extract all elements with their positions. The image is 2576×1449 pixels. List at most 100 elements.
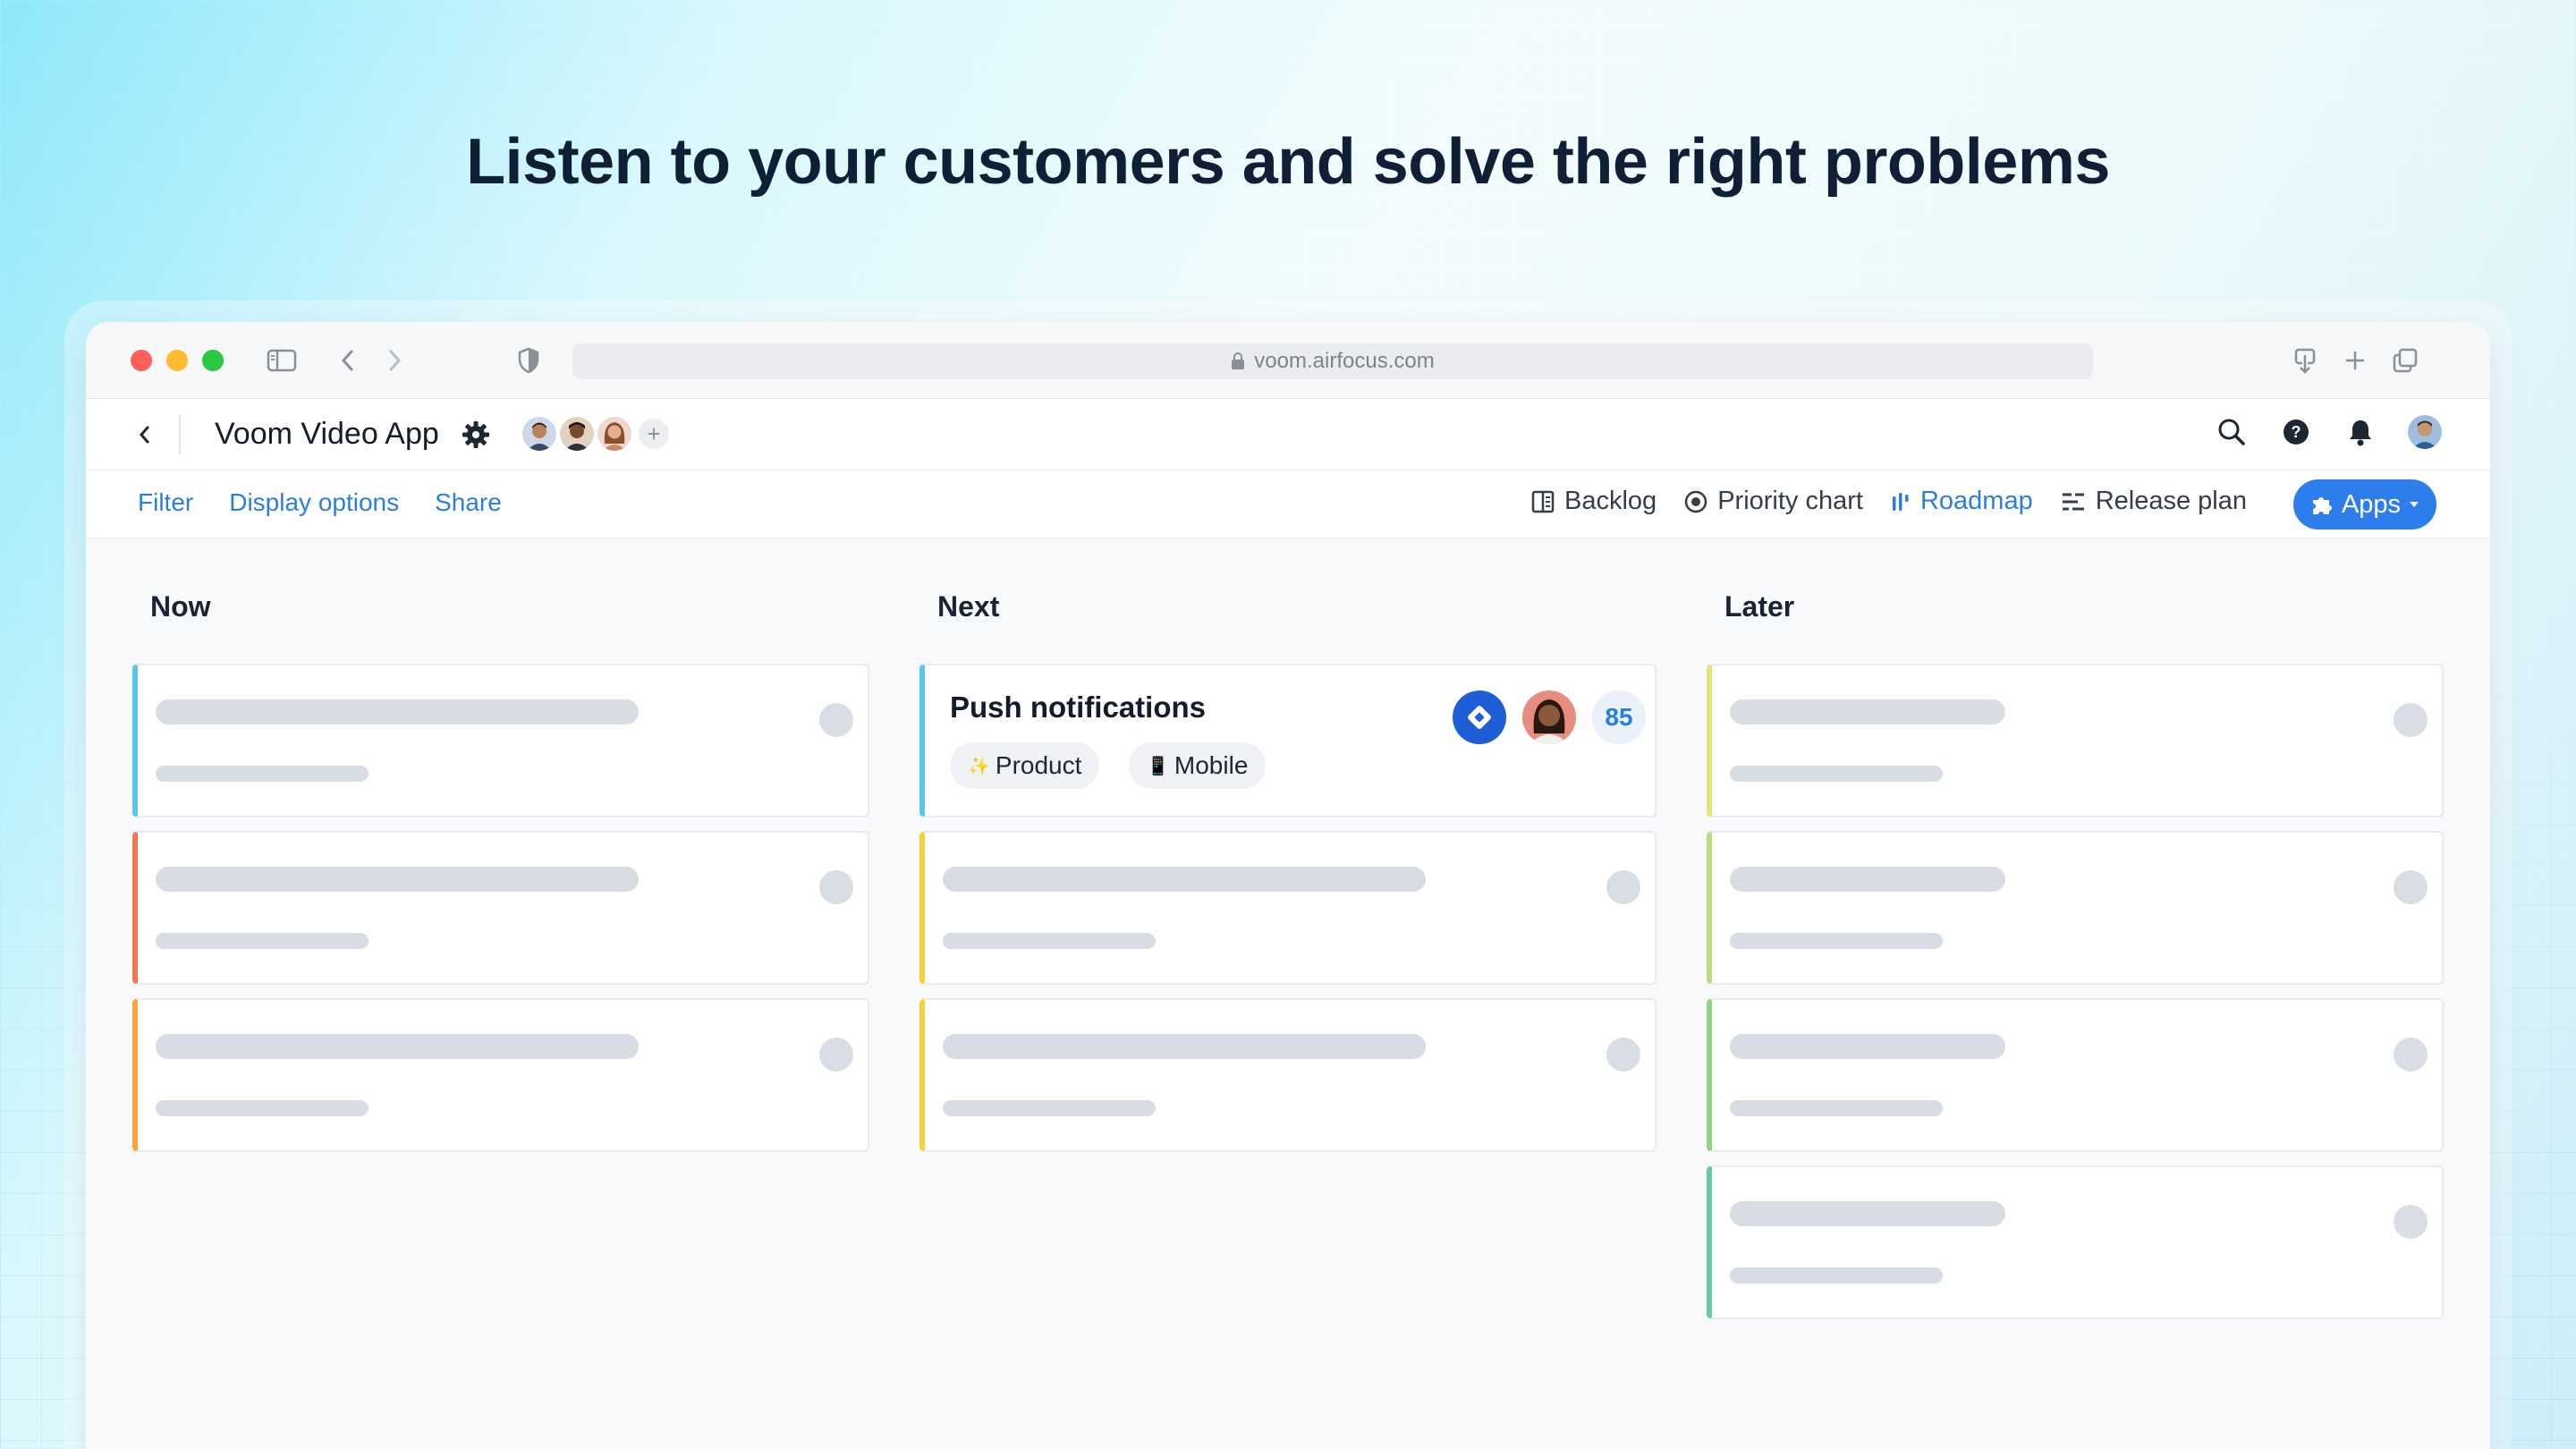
roadmap-icon [1892, 492, 1909, 511]
tab-label: Priority chart [1717, 487, 1863, 515]
skeleton-title [156, 699, 639, 724]
placeholder-card[interactable] [1707, 998, 2444, 1152]
zoom-window-button[interactable] [202, 350, 224, 371]
tag-label: Product [995, 751, 1082, 779]
gear-icon[interactable] [462, 420, 490, 453]
header-actions: ? [2215, 415, 2442, 449]
skeleton-title [943, 1034, 1426, 1059]
bell-icon[interactable] [2343, 415, 2377, 449]
toolbar-links: Filter Display options Share [138, 488, 502, 517]
svg-text:?: ? [2292, 423, 2301, 441]
tag-label: Mobile [1174, 751, 1249, 779]
placeholder-card[interactable] [919, 998, 1657, 1152]
skeleton-avatar [819, 870, 853, 904]
placeholder-card[interactable] [132, 831, 869, 985]
skeleton-avatar [819, 703, 853, 737]
puzzle-icon [2312, 497, 2332, 514]
placeholder-card[interactable] [132, 664, 869, 818]
roadmap-card-push-notifications[interactable]: Push notifications ✨ Product 📱 Mobile 85 [919, 664, 1657, 818]
lock-icon [1232, 352, 1245, 369]
skeleton-title [156, 1034, 639, 1059]
skeleton-subtitle [1730, 1267, 1943, 1284]
workspace-title: Voom Video App [215, 417, 439, 451]
back-icon[interactable] [331, 343, 365, 377]
help-icon[interactable]: ? [2279, 415, 2313, 449]
avatar[interactable] [597, 417, 631, 451]
skeleton-subtitle [156, 766, 369, 782]
tab-priority-chart[interactable]: Priority chart [1683, 487, 1863, 516]
view-switcher: Backlog Priority chart Roadmap Release p… [1530, 487, 2247, 516]
column-title: Next [937, 590, 1000, 623]
apps-button[interactable]: Apps [2293, 479, 2436, 530]
roadmap-board: Now Next Push notifications ✨ Product 📱 … [86, 538, 2490, 1449]
skeleton-subtitle [943, 933, 1156, 949]
tab-label: Release plan [2095, 487, 2247, 515]
priority-chart-icon [1684, 490, 1707, 513]
placeholder-card[interactable] [1707, 664, 2444, 818]
skeleton-avatar [2394, 1205, 2428, 1239]
user-avatar[interactable] [2408, 415, 2442, 449]
download-icon[interactable] [2288, 343, 2322, 377]
placeholder-card[interactable] [919, 831, 1657, 985]
apps-label: Apps [2341, 489, 2402, 519]
assignee-avatar[interactable] [1522, 691, 1576, 744]
skeleton-subtitle [1730, 933, 1943, 949]
sparkles-icon: ✨ [968, 756, 990, 776]
skeleton-title [1730, 1034, 2005, 1059]
page-headline: Listen to your customers and solve the r… [466, 126, 2110, 198]
tag-chip-mobile[interactable]: 📱 Mobile [1129, 742, 1267, 789]
chevron-left-icon[interactable] [131, 420, 159, 449]
new-tab-icon[interactable] [2338, 343, 2372, 377]
team-avatars: + [522, 417, 669, 451]
avatar[interactable] [560, 417, 594, 451]
tab-label: Roadmap [1919, 487, 2033, 515]
skeleton-avatar [2394, 870, 2428, 904]
close-window-button[interactable] [131, 350, 152, 371]
skeleton-avatar [1606, 1038, 1640, 1072]
shield-icon[interactable] [512, 343, 546, 377]
jira-icon[interactable] [1453, 691, 1506, 744]
view-toolbar: Filter Display options Share Backlog Pri… [86, 470, 2490, 538]
skeleton-subtitle [156, 1100, 369, 1116]
skeleton-title [1730, 1201, 2005, 1226]
tag-chip-product[interactable]: ✨ Product [950, 742, 1100, 789]
column-title: Later [1724, 590, 1795, 623]
avatar[interactable] [522, 417, 556, 451]
browser-window: voom.airfocus.com Voom Video App + ? Fil… [86, 322, 2490, 1449]
skeleton-avatar [819, 1038, 853, 1072]
add-member-button[interactable]: + [639, 419, 669, 449]
placeholder-card[interactable] [1707, 831, 2444, 985]
display-options-button[interactable]: Display options [229, 488, 399, 517]
search-icon[interactable] [2215, 415, 2249, 449]
card-title: Push notifications [950, 691, 1207, 724]
minimize-window-button[interactable] [166, 350, 188, 371]
browser-chrome: voom.airfocus.com [86, 322, 2490, 399]
tab-release-plan[interactable]: Release plan [2060, 487, 2247, 516]
skeleton-avatar [1606, 870, 1640, 904]
url-bar[interactable]: voom.airfocus.com [572, 343, 2093, 379]
skeleton-subtitle [1730, 766, 1943, 782]
skeleton-title [1730, 699, 2005, 724]
skeleton-title [1730, 867, 2005, 892]
forward-icon[interactable] [377, 343, 411, 377]
tab-backlog[interactable]: Backlog [1530, 487, 1657, 516]
app-header: Voom Video App + ? [86, 399, 2490, 470]
url-text: voom.airfocus.com [1254, 349, 1435, 373]
filter-button[interactable]: Filter [138, 488, 193, 517]
placeholder-card[interactable] [132, 998, 869, 1152]
tabs-icon[interactable] [2388, 343, 2422, 377]
skeleton-subtitle [943, 1100, 1156, 1116]
sidebar-icon[interactable] [265, 343, 299, 377]
tab-roadmap[interactable]: Roadmap [1890, 487, 2033, 516]
release-plan-icon [2062, 493, 2084, 510]
backlog-icon [1531, 490, 1555, 513]
tab-label: Backlog [1564, 487, 1657, 515]
skeleton-avatar [2394, 703, 2428, 737]
priority-score-badge: 85 [1592, 691, 1646, 744]
skeleton-subtitle [1730, 1100, 1943, 1116]
placeholder-card[interactable] [1707, 1165, 2444, 1319]
skeleton-title [943, 867, 1426, 892]
mobile-phone-icon: 📱 [1147, 756, 1169, 776]
header-divider [179, 415, 181, 454]
share-button[interactable]: Share [435, 488, 502, 517]
